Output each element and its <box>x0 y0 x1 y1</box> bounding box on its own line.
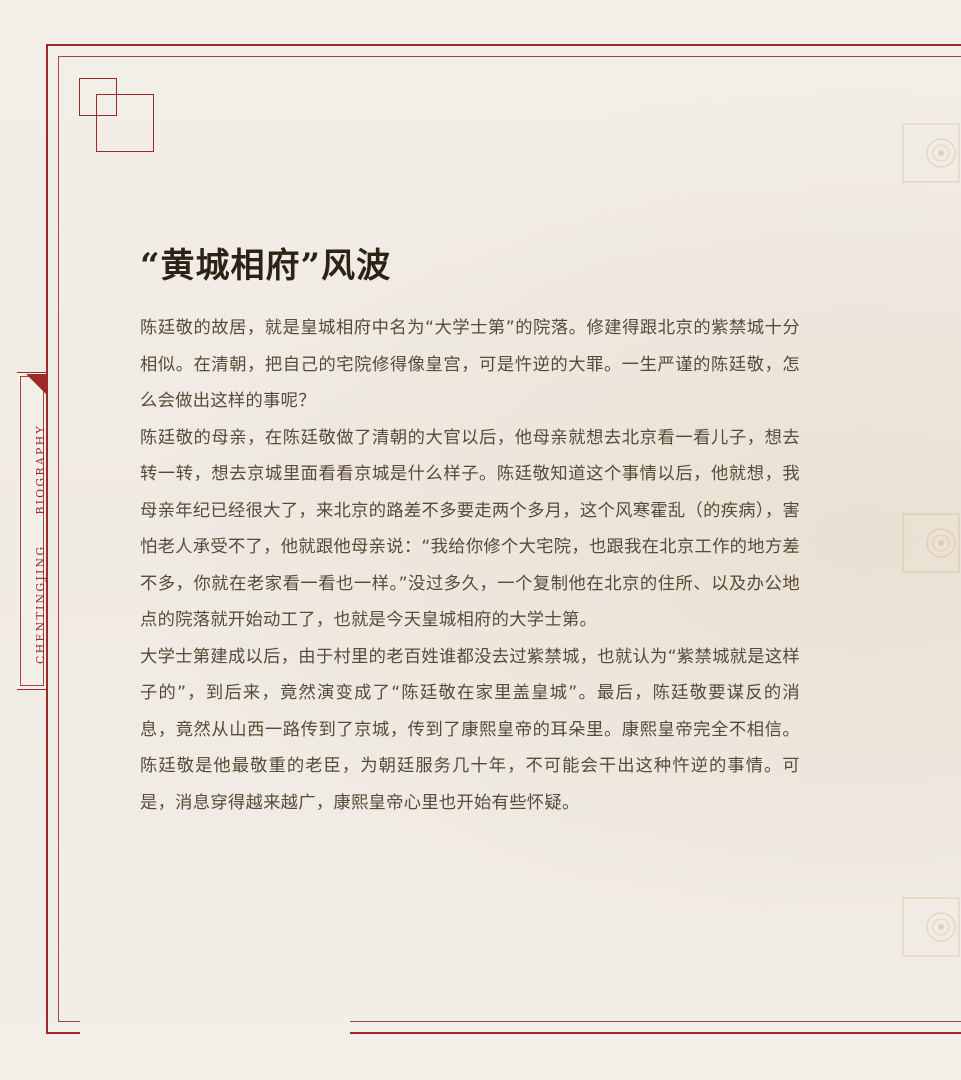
frame-bottom-left-line <box>46 1032 80 1034</box>
side-label-right: BIOGRAPHY <box>34 424 47 515</box>
side-label-left: CHENTINGJING <box>34 544 47 664</box>
frame-bottom-right-inner-line <box>350 1021 961 1022</box>
side-label: CHENTINGJING BIOGRAPHY <box>34 424 47 664</box>
article-body: 陈廷敬的故居，就是皇城相府中名为“大学士第”的院落。修建得跟北京的紫禁城十分相似… <box>140 310 800 821</box>
frame-bottom-right-line <box>350 1032 961 1034</box>
article-paragraph: 大学士第建成以后，由于村里的老百姓谁都没去过紫禁城，也就认为“紫禁城就是这样子的… <box>140 646 800 813</box>
side-tab-corner-triangle <box>26 374 46 394</box>
flower-ornament-icon <box>902 513 960 573</box>
article-title: “黄城相府”风波 <box>140 246 392 286</box>
flower-ornament-icon <box>902 897 960 957</box>
frame-bottom-left-inner-line <box>58 1021 80 1022</box>
flower-ornament-icon <box>902 123 960 183</box>
corner-square-large <box>96 94 154 152</box>
article-paragraph: 陈廷敬的故居，就是皇城相府中名为“大学士第”的院落。修建得跟北京的紫禁城十分相似… <box>140 318 800 411</box>
article-paragraph: 陈廷敬的母亲，在陈廷敬做了清朝的大官以后，他母亲就想去北京看一看儿子，想去转一转… <box>140 427 800 631</box>
